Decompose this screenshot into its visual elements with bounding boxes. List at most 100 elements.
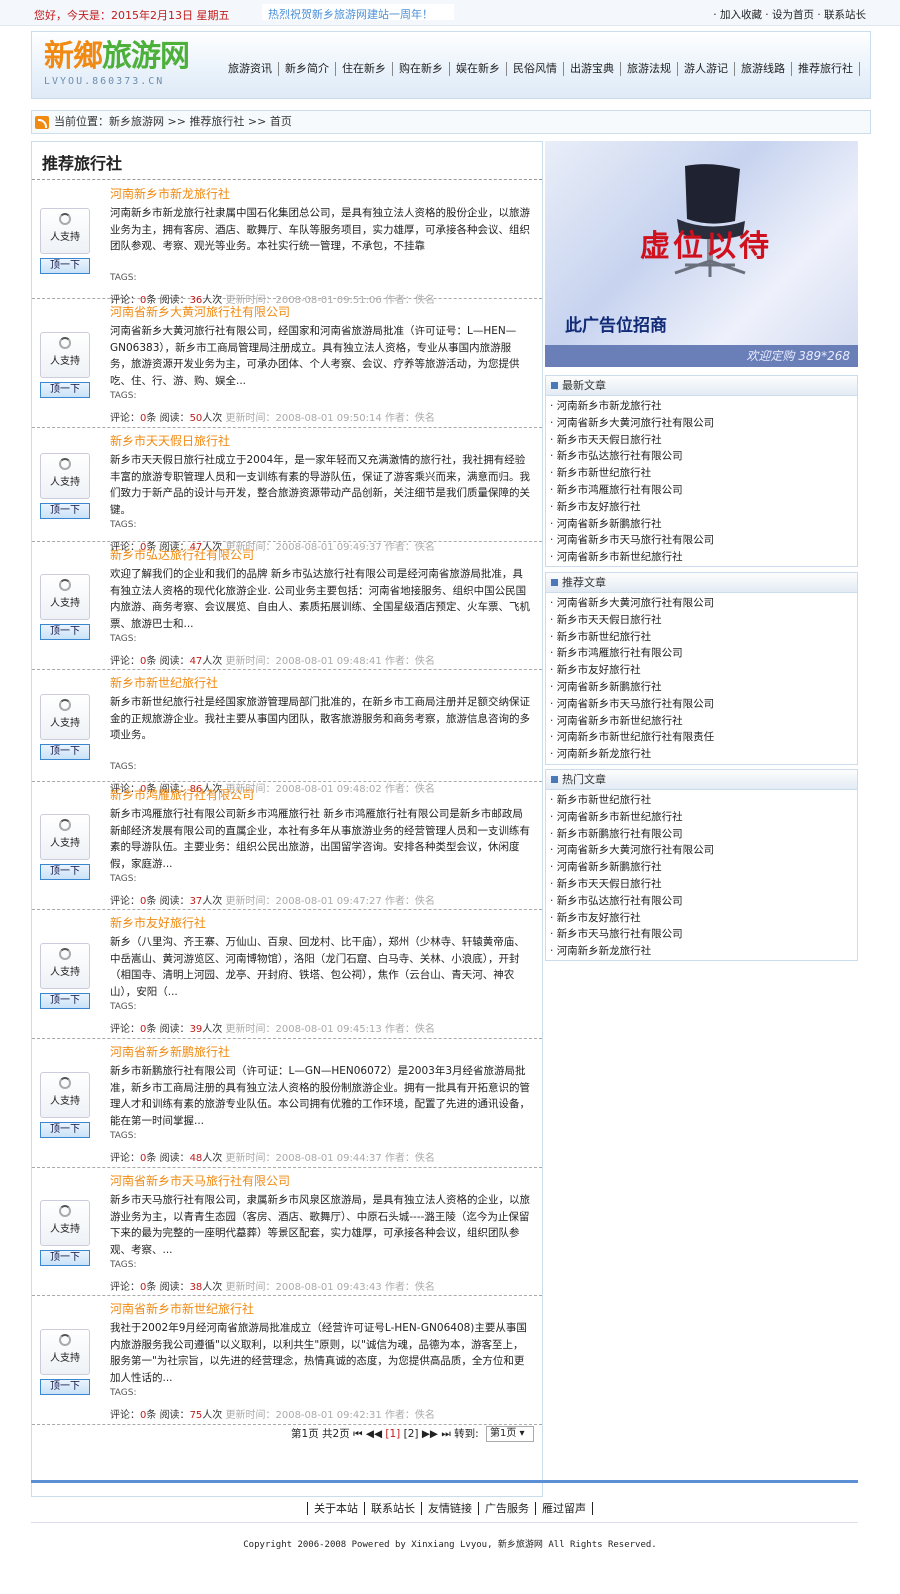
article-title[interactable]: 新乡市弘达旅行社有限公司: [110, 548, 254, 562]
recommend-list-item[interactable]: 河南省新乡新鹏旅行社: [550, 679, 857, 696]
loading-icon: [59, 579, 71, 591]
support-label: 人支持: [50, 718, 80, 729]
article-title[interactable]: 河南省新乡市天马旅行社有限公司: [110, 1174, 290, 1188]
latest-list-item[interactable]: 新乡市天天假日旅行社: [550, 432, 857, 449]
hot-list-item[interactable]: 新乡市新世纪旅行社: [550, 792, 857, 809]
hot-list-item[interactable]: 新乡市新鹏旅行社有限公司: [550, 826, 857, 843]
breadcrumb-link[interactable]: 首页: [270, 115, 292, 128]
hot-list-item[interactable]: 新乡市友好旅行社: [550, 910, 857, 927]
vote-button[interactable]: 顶一下: [40, 503, 90, 519]
footer-link[interactable]: 联系站长: [364, 1502, 421, 1515]
article-title[interactable]: 河南省新乡大黄河旅行社有限公司: [110, 305, 290, 319]
ad-subline: 此广告位招商: [565, 316, 667, 336]
nav-item[interactable]: 旅游法规: [621, 62, 678, 76]
vote-button[interactable]: 顶一下: [40, 258, 90, 274]
article-content: 河南省新乡市新世纪旅行社我社于2002年9月经河南省旅游局批准成立（经营许可证号…: [110, 1300, 532, 1421]
latest-list-item[interactable]: 新乡市鸿雁旅行社有限公司: [550, 482, 857, 499]
tags-label: TAGS:: [110, 1131, 137, 1141]
nav-item[interactable]: 新乡简介: [279, 62, 336, 76]
vote-widget: 人支持 顶一下: [40, 814, 90, 880]
nav-item[interactable]: 购在新乡: [393, 62, 450, 76]
page-link-1[interactable]: [1]: [385, 1428, 400, 1440]
recommend-list-item[interactable]: 河南新乡新龙旅行社: [550, 746, 857, 763]
latest-list-item[interactable]: 新乡市新世纪旅行社: [550, 465, 857, 482]
latest-list-item[interactable]: 新乡市弘达旅行社有限公司: [550, 448, 857, 465]
vote-button[interactable]: 顶一下: [40, 744, 90, 760]
first-page-icon[interactable]: ⏮: [353, 1428, 362, 1440]
footer-link[interactable]: 广告服务: [478, 1502, 535, 1515]
vote-button[interactable]: 顶一下: [40, 382, 90, 398]
ad-banner[interactable]: 虚位以待 此广告位招商 欢迎定购 389*268: [545, 141, 858, 367]
latest-list-item[interactable]: 河南省新乡大黄河旅行社有限公司: [550, 415, 857, 432]
vote-button[interactable]: 顶一下: [40, 1250, 90, 1266]
loading-icon: [59, 1334, 71, 1346]
article-summary: 我社于2002年9月经河南省旅游局批准成立（经营许可证号L-HEN-GN0640…: [110, 1322, 527, 1384]
read-label: 阅读：: [159, 1282, 190, 1293]
quick-links[interactable]: · 加入收藏 · 设为首页 · 联系站长: [713, 7, 866, 22]
latest-list-item[interactable]: 河南省新乡新鹏旅行社: [550, 516, 857, 533]
recommend-list-item[interactable]: 河南省新乡市天马旅行社有限公司: [550, 696, 857, 713]
site-logo[interactable]: 新鄉旅游网 LVYOU.860373.CN: [44, 40, 224, 94]
article-item: 人支持 顶一下 河南省新乡新鹏旅行社 新乡市新鹏旅行社有限公司（许可证：L—GN—HE…: [32, 1039, 542, 1168]
article-title[interactable]: 河南省新乡新鹏旅行社: [110, 1045, 230, 1059]
loading-icon: [59, 948, 71, 960]
read-label: 阅读：: [159, 1410, 190, 1421]
recommend-list-item[interactable]: 新乡市友好旅行社: [550, 662, 857, 679]
vote-button[interactable]: 顶一下: [40, 624, 90, 640]
latest-list-item[interactable]: 新乡市友好旅行社: [550, 499, 857, 516]
page-select[interactable]: 第1页 ▾: [486, 1426, 534, 1442]
article-title[interactable]: 新乡市友好旅行社: [110, 916, 206, 930]
recommend-list-item[interactable]: 新乡市天天假日旅行社: [550, 612, 857, 629]
last-page-icon[interactable]: ⏭: [441, 1428, 450, 1440]
announcement-marquee[interactable]: 热烈祝贺新乡旅游网建站一周年！: [262, 4, 454, 20]
latest-list-item[interactable]: 河南省新乡市天马旅行社有限公司: [550, 532, 857, 549]
article-item: 人支持 顶一下 河南省新乡市新世纪旅行社 我社于2002年9月经河南省旅游局批准成立（…: [32, 1296, 542, 1425]
hot-list-item[interactable]: 新乡市天马旅行社有限公司: [550, 926, 857, 943]
breadcrumb-link[interactable]: 新乡旅游网: [109, 115, 164, 128]
rss-icon[interactable]: [35, 116, 49, 129]
breadcrumb-link[interactable]: 推荐旅行社: [189, 115, 244, 128]
nav-item[interactable]: 民俗风情: [507, 62, 564, 76]
nav-item[interactable]: 旅游线路: [735, 62, 792, 76]
article-title[interactable]: 新乡市新世纪旅行社: [110, 676, 218, 690]
nav-item[interactable]: 旅游资讯: [222, 62, 279, 76]
vote-button[interactable]: 顶一下: [40, 1122, 90, 1138]
prev-page-icon[interactable]: ◀◀: [366, 1428, 382, 1440]
article-title[interactable]: 河南省新乡市新世纪旅行社: [110, 1302, 254, 1316]
article-title[interactable]: 河南新乡市新龙旅行社: [110, 187, 230, 201]
author-label: 作者：: [384, 896, 415, 907]
updated-time: 2008-08-01 09:48:41: [275, 656, 382, 667]
vote-button[interactable]: 顶一下: [40, 993, 90, 1009]
hot-list-item[interactable]: 河南省新乡大黄河旅行社有限公司: [550, 842, 857, 859]
recommend-articles-box: 推荐文章 河南省新乡大黄河旅行社有限公司新乡市天天假日旅行社新乡市新世纪旅行社新…: [545, 572, 858, 765]
nav-item[interactable]: 推荐旅行社: [792, 62, 860, 76]
vote-button[interactable]: 顶一下: [40, 864, 90, 880]
latest-list-item[interactable]: 河南新乡市新龙旅行社: [550, 398, 857, 415]
latest-list-item[interactable]: 河南省新乡市新世纪旅行社: [550, 549, 857, 566]
article-summary: 新乡（八里沟、齐王寨、万仙山、百泉、回龙村、比干庙），郑州（少林寺、轩辕黄帝庙、…: [110, 936, 525, 998]
site-header: 新鄉旅游网 LVYOU.860373.CN 旅游资讯 新乡简介 住在新乡 购在新…: [31, 31, 871, 99]
read-unit: 人次: [202, 413, 223, 424]
recommend-list-item[interactable]: 河南省新乡大黄河旅行社有限公司: [550, 595, 857, 612]
recommend-list-item[interactable]: 新乡市鸿雁旅行社有限公司: [550, 645, 857, 662]
footer-link[interactable]: 友情链接: [421, 1502, 478, 1515]
nav-item[interactable]: 娱在新乡: [450, 62, 507, 76]
nav-item[interactable]: 出游宝典: [564, 62, 621, 76]
recommend-list-item[interactable]: 河南省新乡市新世纪旅行社: [550, 713, 857, 730]
hot-list-item[interactable]: 新乡市天天假日旅行社: [550, 876, 857, 893]
hot-list-item[interactable]: 河南省新乡市新世纪旅行社: [550, 809, 857, 826]
nav-item[interactable]: 游人游记: [678, 62, 735, 76]
hot-list-item[interactable]: 新乡市弘达旅行社有限公司: [550, 893, 857, 910]
footer-link[interactable]: 关于本站: [307, 1502, 364, 1515]
hot-list-item[interactable]: 河南新乡新龙旅行社: [550, 943, 857, 960]
article-title[interactable]: 新乡市鸿雁旅行社有限公司: [110, 788, 254, 802]
article-title[interactable]: 新乡市天天假日旅行社: [110, 434, 230, 448]
recommend-list-item[interactable]: 新乡市新世纪旅行社: [550, 629, 857, 646]
next-page-icon[interactable]: ▶▶: [422, 1428, 438, 1440]
hot-list-item[interactable]: 河南省新乡新鹏旅行社: [550, 859, 857, 876]
vote-button[interactable]: 顶一下: [40, 1379, 90, 1395]
footer-link[interactable]: 雁过留声: [535, 1502, 593, 1515]
page-link-2[interactable]: [2]: [404, 1428, 419, 1440]
nav-item[interactable]: 住在新乡: [336, 62, 393, 76]
recommend-list-item[interactable]: 河南新乡市新世纪旅行社有限责任: [550, 729, 857, 746]
